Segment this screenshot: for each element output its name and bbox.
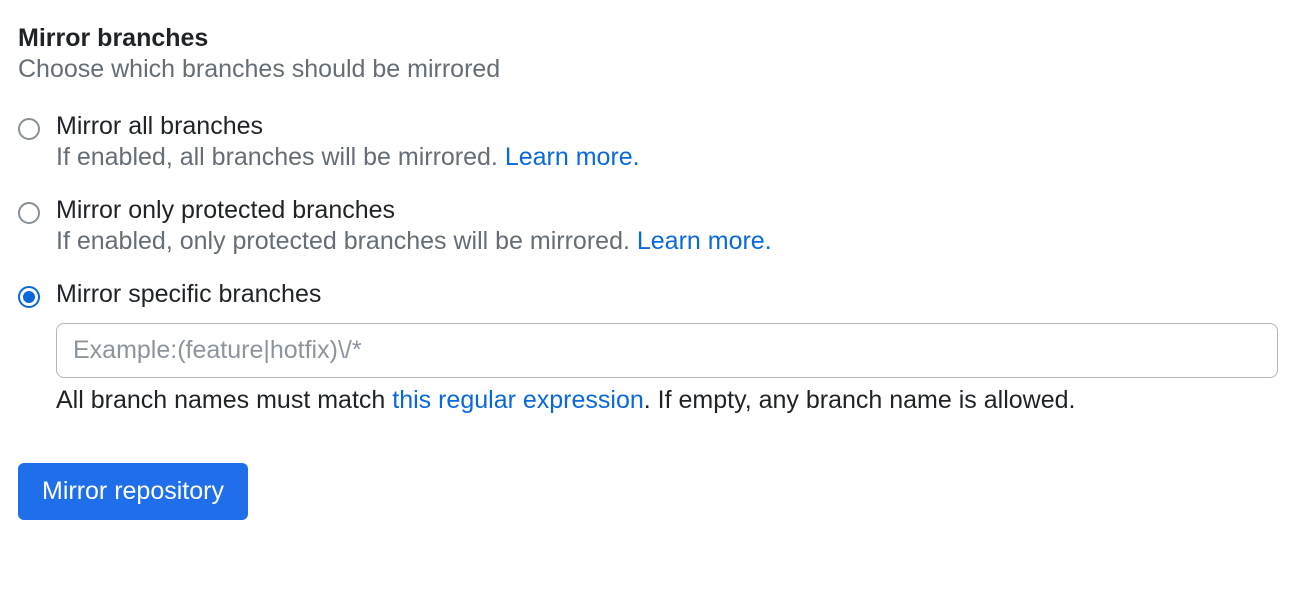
option-mirror-specific: Mirror specific branches All branch name… (18, 280, 1278, 415)
radio-label-protected[interactable]: Mirror only protected branches (56, 196, 1278, 225)
desc-text: If enabled, all branches will be mirrore… (56, 143, 505, 171)
option-body: Mirror only protected branches If enable… (56, 196, 1278, 256)
mirror-repository-button[interactable]: Mirror repository (18, 463, 248, 520)
radio-desc-all: If enabled, all branches will be mirrore… (56, 143, 640, 171)
mirror-options: Mirror all branches If enabled, all bran… (18, 112, 1278, 415)
option-body: Mirror specific branches All branch name… (56, 280, 1278, 415)
branch-regex-input[interactable] (56, 323, 1278, 378)
helper-after: . If empty, any branch name is allowed. (644, 386, 1076, 414)
helper-text: All branch names must match this regular… (56, 386, 1278, 415)
section-title: Mirror branches (18, 24, 1278, 53)
learn-more-link-protected[interactable]: Learn more. (637, 227, 772, 255)
option-mirror-protected: Mirror only protected branches If enable… (18, 196, 1278, 256)
learn-more-link-all[interactable]: Learn more. (505, 143, 640, 171)
radio-label-specific[interactable]: Mirror specific branches (56, 280, 1278, 309)
radio-mirror-protected[interactable] (18, 202, 40, 224)
radio-mirror-all[interactable] (18, 118, 40, 140)
radio-mirror-specific[interactable] (18, 286, 40, 308)
radio-desc-protected: If enabled, only protected branches will… (56, 227, 772, 255)
radio-label-all[interactable]: Mirror all branches (56, 112, 1278, 141)
option-body: Mirror all branches If enabled, all bran… (56, 112, 1278, 172)
desc-text: If enabled, only protected branches will… (56, 227, 637, 255)
option-mirror-all: Mirror all branches If enabled, all bran… (18, 112, 1278, 172)
section-subtitle: Choose which branches should be mirrored (18, 55, 1278, 84)
helper-before: All branch names must match (56, 386, 392, 414)
regex-help-link[interactable]: this regular expression (392, 386, 644, 414)
